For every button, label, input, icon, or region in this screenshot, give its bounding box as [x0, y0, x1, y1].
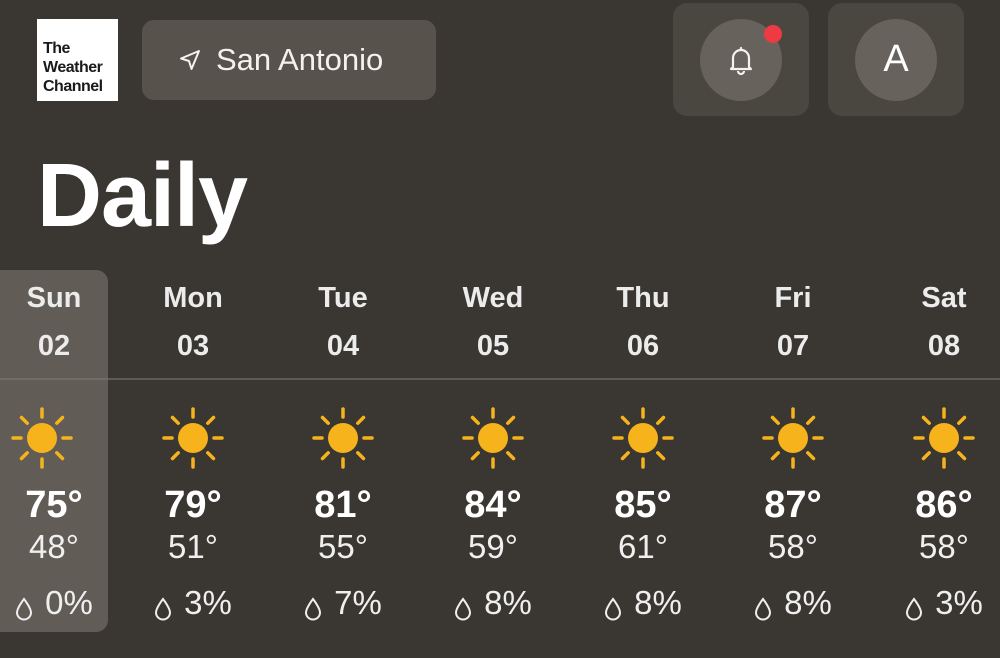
logo-line-3: Channel	[43, 78, 103, 95]
sun-icon	[161, 406, 225, 470]
day-column-mon[interactable]: Mon 03 79° 51° 3%	[123, 270, 263, 632]
raindrop-icon	[15, 591, 33, 621]
sun-icon	[761, 406, 825, 470]
high-temp: 79°	[164, 484, 222, 526]
weather-channel-logo[interactable]: The Weather Channel	[37, 19, 118, 101]
low-temp: 61°	[618, 528, 668, 565]
day-column-sat[interactable]: Sat 08 86° 58° 3%	[874, 270, 1000, 632]
raindrop-icon	[154, 591, 172, 621]
notifications-button[interactable]	[673, 3, 809, 116]
high-temp: 81°	[314, 484, 372, 526]
day-name: Sun	[26, 282, 82, 314]
day-column-sun[interactable]: Sun 02 75° 48° 0%	[0, 270, 108, 632]
raindrop-icon	[604, 591, 622, 621]
sun-icon	[461, 406, 525, 470]
bell-icon	[729, 46, 753, 75]
day-name: Mon	[163, 282, 223, 314]
day-name: Thu	[616, 282, 670, 314]
day-name: Tue	[318, 282, 368, 314]
location-arrow-icon	[180, 50, 200, 70]
low-temp: 55°	[318, 528, 368, 565]
page-title: Daily	[37, 146, 248, 246]
day-date: 04	[326, 330, 360, 362]
raindrop-icon	[754, 591, 772, 621]
high-temp: 75°	[25, 484, 83, 526]
low-temp: 51°	[168, 528, 218, 565]
account-button[interactable]: A	[828, 3, 964, 116]
high-temp: 86°	[915, 484, 973, 526]
precip-value: 3%	[184, 584, 232, 621]
day-column-wed[interactable]: Wed 05 84° 59° 8%	[423, 270, 563, 632]
day-date: 05	[476, 330, 510, 362]
location-button[interactable]: San Antonio	[142, 20, 436, 100]
day-date: 06	[626, 330, 660, 362]
precip-value: 7%	[334, 584, 382, 621]
notification-badge	[764, 24, 782, 43]
day-date: 03	[176, 330, 210, 362]
precip-chance: 8%	[723, 584, 863, 622]
notifications-circle	[700, 18, 782, 101]
day-date: 07	[776, 330, 810, 362]
precip-value: 3%	[935, 584, 983, 621]
day-date: 02	[37, 330, 71, 362]
day-date: 08	[927, 330, 961, 362]
day-name: Sat	[921, 282, 967, 314]
avatar: A	[855, 18, 937, 101]
sun-icon	[311, 406, 375, 470]
precip-chance: 3%	[123, 584, 263, 622]
day-column-tue[interactable]: Tue 04 81° 55° 7%	[273, 270, 413, 632]
day-name: Fri	[774, 282, 812, 314]
precip-value: 8%	[634, 584, 682, 621]
raindrop-icon	[905, 591, 923, 621]
low-temp: 48°	[29, 528, 79, 565]
sun-icon	[912, 406, 976, 470]
sun-icon	[611, 406, 675, 470]
precip-value: 8%	[784, 584, 832, 621]
sun-icon	[10, 406, 74, 470]
low-temp: 58°	[768, 528, 818, 565]
day-name: Wed	[462, 282, 524, 314]
raindrop-icon	[454, 591, 472, 621]
precip-chance: 7%	[273, 584, 413, 622]
precip-value: 8%	[484, 584, 532, 621]
precip-chance: 8%	[423, 584, 563, 622]
logo-line-2: Weather	[43, 59, 103, 76]
avatar-initial: A	[883, 38, 909, 80]
high-temp: 87°	[764, 484, 822, 526]
precip-value: 0%	[45, 584, 93, 621]
precip-chance: 0%	[0, 584, 124, 622]
low-temp: 59°	[468, 528, 518, 565]
day-column-thu[interactable]: Thu 06 85° 61° 8%	[573, 270, 713, 632]
high-temp: 84°	[464, 484, 522, 526]
logo-line-1: The	[43, 40, 70, 57]
precip-chance: 8%	[573, 584, 713, 622]
daily-forecast-row: Sun 02 75° 48° 0% Mon 03 79° 51° 3% Tue 04 81° 55° 7% W…	[0, 270, 1000, 632]
location-label: San Antonio	[216, 42, 384, 77]
day-column-fri[interactable]: Fri 07 87° 58° 8%	[723, 270, 863, 632]
high-temp: 85°	[614, 484, 672, 526]
low-temp: 58°	[919, 528, 969, 565]
raindrop-icon	[304, 591, 322, 621]
precip-chance: 3%	[874, 584, 1000, 622]
